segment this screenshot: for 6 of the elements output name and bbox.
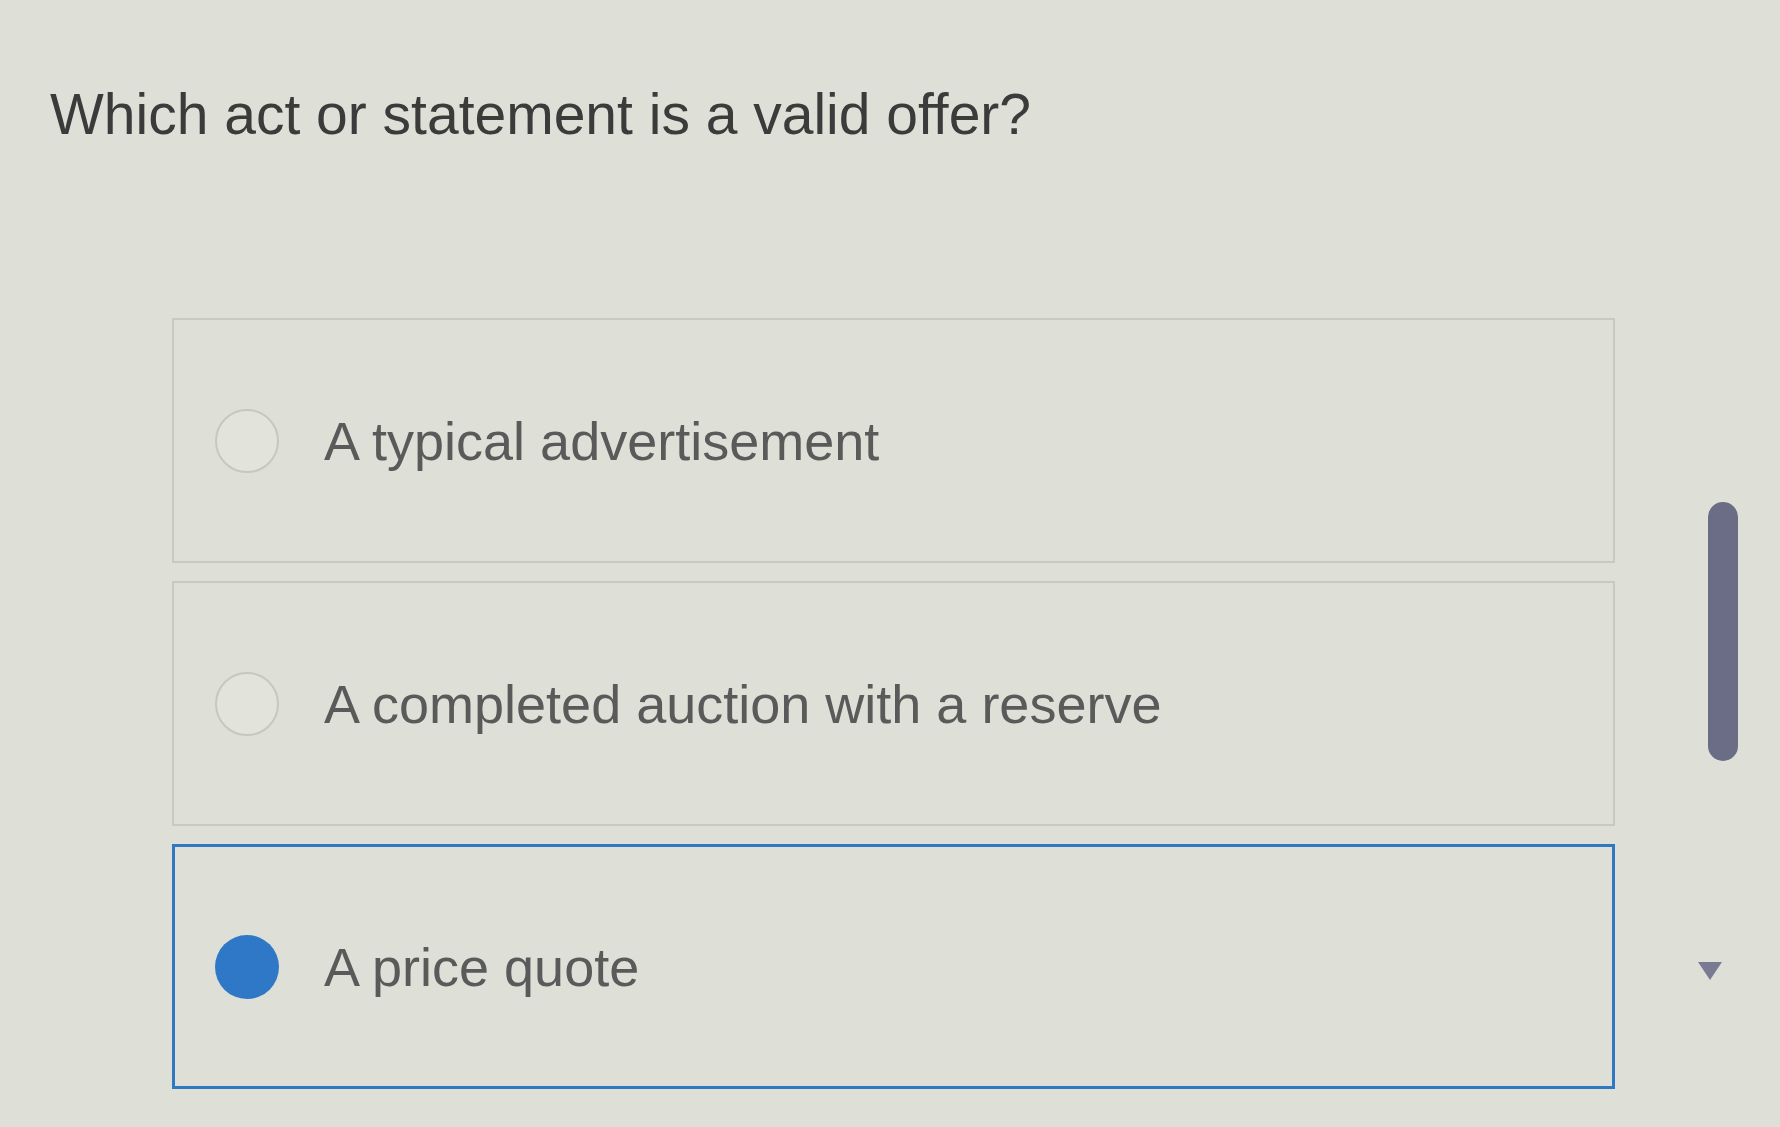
question-text: Which act or statement is a valid offer? xyxy=(50,81,1032,148)
caret-down-icon[interactable] xyxy=(1698,962,1722,980)
answer-option[interactable]: A completed auction with a reserve xyxy=(172,581,1615,826)
answer-option[interactable]: A typical advertisement xyxy=(172,318,1615,563)
answer-option[interactable]: A price quote xyxy=(172,844,1615,1089)
scrollbar-thumb[interactable] xyxy=(1708,502,1738,761)
